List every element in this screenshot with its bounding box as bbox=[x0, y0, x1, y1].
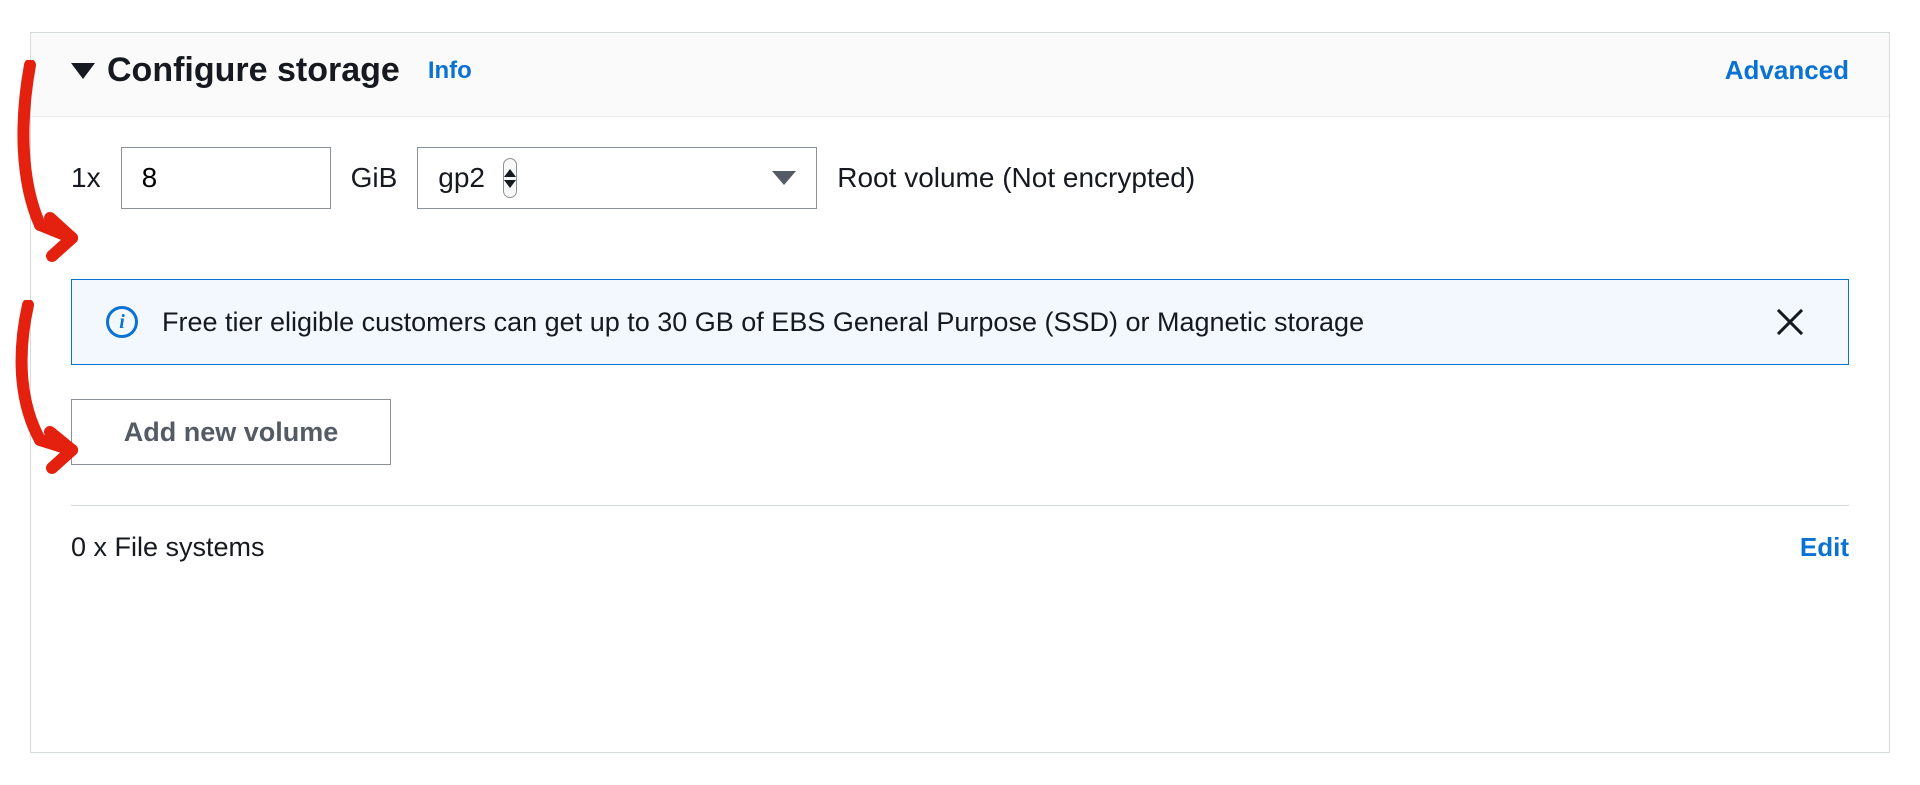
free-tier-info-alert: i Free tier eligible customers can get u… bbox=[71, 279, 1849, 365]
volume-multiplier-label: 1x bbox=[71, 162, 101, 194]
file-systems-edit-link[interactable]: Edit bbox=[1800, 532, 1849, 563]
info-icon: i bbox=[106, 306, 138, 338]
root-volume-row: 1x GiB gp2 Root volume (Not encrypted) bbox=[71, 147, 1849, 209]
dropdown-caret-icon bbox=[772, 171, 796, 185]
add-new-volume-button[interactable]: Add new volume bbox=[71, 399, 391, 465]
volume-unit-label: GiB bbox=[351, 162, 398, 194]
configure-storage-panel: Configure storage Info Advanced 1x GiB g… bbox=[30, 32, 1890, 753]
volume-type-select[interactable]: gp2 bbox=[417, 147, 817, 209]
volume-size-field[interactable] bbox=[121, 147, 331, 209]
volume-description: Root volume (Not encrypted) bbox=[837, 162, 1195, 194]
collapse-chevron-icon[interactable] bbox=[71, 63, 95, 79]
info-link[interactable]: Info bbox=[428, 57, 472, 85]
header-left: Configure storage Info bbox=[71, 51, 472, 90]
volume-type-value: gp2 bbox=[438, 162, 485, 194]
panel-title: Configure storage bbox=[107, 51, 400, 90]
file-systems-footer: 0 x File systems Edit bbox=[71, 505, 1849, 589]
panel-body: 1x GiB gp2 Root volume (Not encrypted) i… bbox=[31, 117, 1889, 752]
alert-close-button[interactable] bbox=[1772, 304, 1808, 340]
advanced-link[interactable]: Advanced bbox=[1725, 55, 1849, 86]
panel-header: Configure storage Info Advanced bbox=[31, 33, 1889, 117]
info-alert-message: Free tier eligible customers can get up … bbox=[162, 307, 1748, 338]
file-systems-summary: 0 x File systems bbox=[71, 532, 265, 563]
